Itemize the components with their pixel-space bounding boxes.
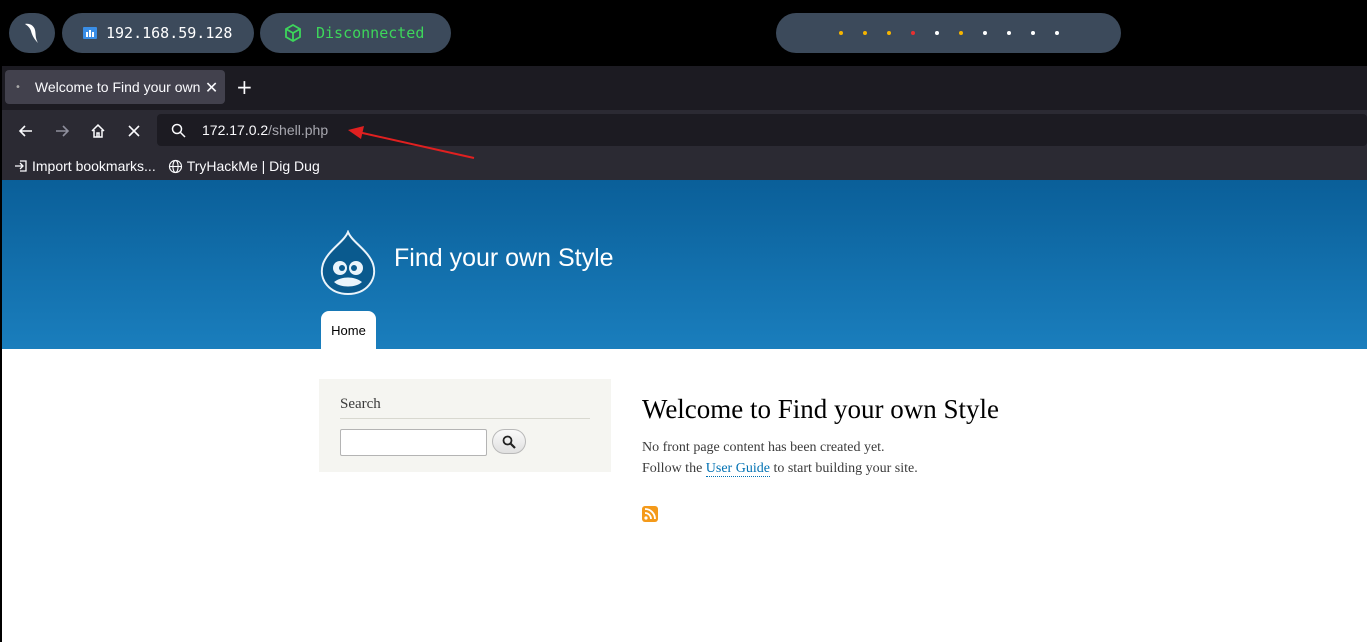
close-icon: [128, 125, 140, 137]
back-button[interactable]: [13, 118, 39, 144]
bookmark-import[interactable]: Import bookmarks...: [14, 158, 156, 174]
workspace-dot[interactable]: [1006, 31, 1011, 35]
home-button[interactable]: [85, 118, 111, 144]
new-tab-button[interactable]: +: [236, 75, 253, 99]
user-guide-message: Follow the User Guide to start building …: [642, 458, 1242, 479]
rss-feed-icon[interactable]: [642, 506, 658, 522]
close-tab-icon[interactable]: ✕: [205, 78, 218, 97]
workspace-dot[interactable]: [958, 31, 963, 35]
search-block: Search: [319, 379, 611, 472]
search-icon: [171, 123, 186, 138]
kali-dragon-icon: [25, 23, 38, 43]
web-page: Find your own Style Home Search Welcome …: [2, 180, 1367, 642]
bookmark-tryhackme[interactable]: TryHackMe | Dig Dug: [168, 158, 320, 174]
stop-loading-button[interactable]: [121, 118, 147, 144]
no-content-message: No front page content has been created y…: [642, 440, 885, 455]
vpn-status-pill[interactable]: Disconnected: [260, 13, 451, 53]
url-path: /shell.php: [268, 122, 329, 138]
ip-address-text: 192.168.59.128: [106, 24, 233, 42]
workspace-dot[interactable]: [910, 31, 915, 35]
main-content: Welcome to Find your own Style No front …: [642, 394, 1242, 479]
bookmark-label: TryHackMe | Dig Dug: [186, 158, 320, 174]
search-heading: Search: [340, 396, 381, 412]
bookmark-label: Import bookmarks...: [32, 158, 156, 174]
bookmarks-toolbar: Import bookmarks... TryHackMe | Dig Dug: [2, 152, 1367, 180]
arrow-left-icon: [18, 125, 32, 137]
workspace-dot[interactable]: [886, 31, 891, 35]
text-suffix: to start building your site.: [769, 461, 918, 476]
url-host: 172.17.0.2: [202, 122, 269, 138]
search-input[interactable]: [340, 429, 487, 456]
workspace-dot[interactable]: [862, 31, 867, 35]
workspace-dot[interactable]: [838, 31, 843, 35]
workspace-dot[interactable]: [934, 31, 939, 35]
arrow-right-icon: [56, 125, 70, 137]
navigation-toolbar: 172.17.0.2/shell.php: [2, 110, 1367, 152]
network-icon: [83, 27, 97, 39]
ip-address-pill[interactable]: 192.168.59.128: [62, 13, 254, 53]
search-divider: [340, 418, 590, 419]
system-top-bar: 192.168.59.128 Disconnected: [0, 0, 1367, 66]
workspace-dot[interactable]: [982, 31, 987, 35]
annotation-arrow: [348, 126, 475, 159]
forward-button[interactable]: [49, 118, 75, 144]
globe-icon: [168, 159, 182, 173]
nav-home-link[interactable]: Home: [321, 311, 376, 349]
workspace-dot[interactable]: [1030, 31, 1035, 35]
site-name[interactable]: Find your own Style: [394, 244, 614, 273]
home-icon: [91, 123, 105, 138]
magnifier-icon: [502, 435, 516, 449]
workspace-dots-pill[interactable]: [776, 13, 1121, 53]
vpn-status-text: Disconnected: [316, 24, 425, 42]
tab-strip: • Welcome to Find your own Style ✕ +: [2, 66, 1367, 110]
user-guide-link[interactable]: User Guide: [705, 461, 770, 477]
text-prefix: Follow the: [642, 461, 706, 476]
import-icon: [15, 160, 27, 172]
browser-tab-active[interactable]: • Welcome to Find your own Style ✕: [5, 70, 225, 104]
browser-window: • Welcome to Find your own Style ✕ + 172…: [2, 66, 1367, 180]
workspace-dot[interactable]: [1054, 31, 1059, 35]
url-bar[interactable]: 172.17.0.2/shell.php: [157, 114, 1367, 146]
drupal-logo-icon[interactable]: [318, 230, 378, 298]
tab-title: Welcome to Find your own Style: [34, 79, 203, 95]
kali-menu-button[interactable]: [9, 13, 55, 53]
cube-icon: [285, 24, 301, 42]
search-button[interactable]: [492, 429, 526, 454]
site-header: Find your own Style Home: [2, 180, 1367, 349]
tab-loading-dot-icon: •: [15, 81, 21, 93]
page-title: Welcome to Find your own Style: [642, 394, 1000, 424]
